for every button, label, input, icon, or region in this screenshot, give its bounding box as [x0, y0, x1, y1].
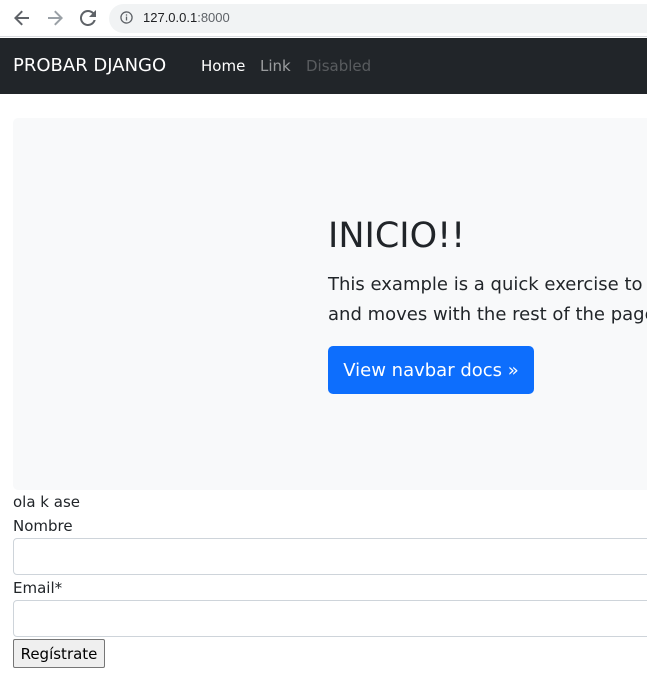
back-arrow-icon[interactable]: [12, 8, 32, 28]
address-bar[interactable]: 127.0.0.1:8000: [109, 4, 647, 33]
nombre-input[interactable]: [13, 538, 647, 575]
jumbotron: INICIO!! This example is a quick exercis…: [13, 118, 647, 490]
nav-link-disabled: Disabled: [306, 57, 372, 75]
reload-icon[interactable]: [78, 8, 98, 28]
url-port: :8000: [197, 10, 230, 25]
lead-line-1: This example is a quick exercise to ill: [328, 274, 647, 295]
email-input[interactable]: [13, 600, 647, 637]
register-button[interactable]: Regístrate: [13, 639, 105, 668]
view-navbar-docs-button[interactable]: View navbar docs »: [328, 346, 534, 394]
browser-toolbar: 127.0.0.1:8000: [0, 0, 647, 37]
page-title: INICIO!!: [328, 216, 466, 256]
navbar-brand[interactable]: PROBAR DJANGO: [13, 55, 166, 76]
forward-arrow-icon[interactable]: [45, 8, 65, 28]
nav-link-link[interactable]: Link: [260, 57, 291, 75]
email-label: Email*: [13, 579, 63, 597]
url-text: 127.0.0.1:8000: [143, 10, 230, 25]
url-host: 127.0.0.1: [143, 10, 198, 25]
lead-paragraph: This example is a quick exercise to ill …: [328, 270, 647, 330]
nombre-label: Nombre: [13, 517, 73, 535]
intro-text: ola k ase: [13, 493, 80, 511]
nav-link-home[interactable]: Home: [201, 57, 245, 75]
lead-line-2: and moves with the rest of the page: [328, 304, 647, 325]
info-icon[interactable]: [120, 11, 133, 24]
top-navbar: PROBAR DJANGO Home Link Disabled: [0, 38, 647, 94]
